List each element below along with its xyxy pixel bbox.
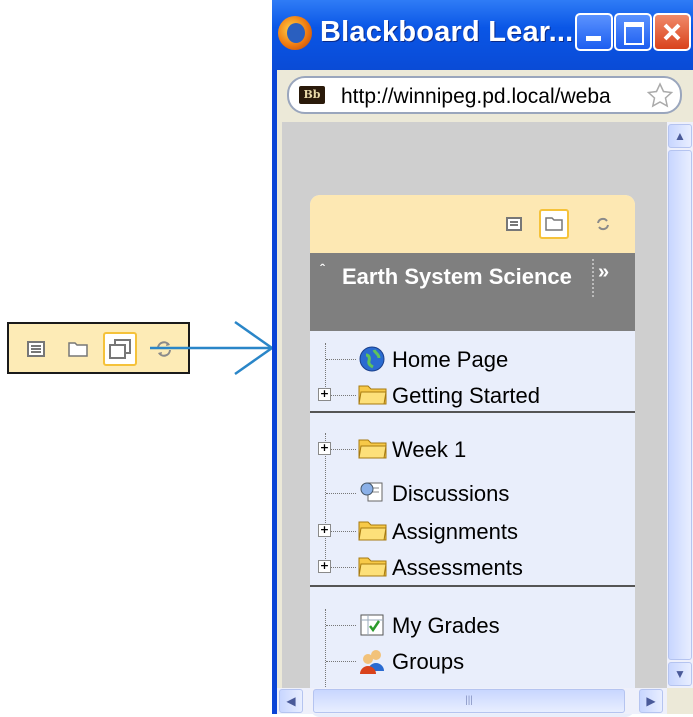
menu-item-discussions[interactable]: Discussions bbox=[310, 477, 635, 509]
menu-item-label: Week 1 bbox=[392, 437, 467, 462]
close-icon bbox=[663, 23, 681, 41]
menu-item-getting-started[interactable]: + Getting Started bbox=[310, 379, 635, 411]
collapse-icon[interactable]: ˆ bbox=[320, 261, 325, 277]
expand-toggle-icon[interactable]: + bbox=[318, 442, 331, 455]
refresh-icon[interactable] bbox=[588, 209, 618, 239]
menu-item-label: My Grades bbox=[392, 613, 500, 638]
url-text[interactable]: http://winnipeg.pd.local/weba bbox=[341, 85, 611, 109]
expand-toggle-icon[interactable]: + bbox=[318, 388, 331, 401]
menu-item-assignments[interactable]: + Assignments bbox=[310, 515, 635, 547]
scroll-up-button[interactable]: ▲ bbox=[668, 124, 692, 148]
menu-item-assessments[interactable]: + Assessments bbox=[310, 551, 635, 583]
vertical-scroll-thumb[interactable] bbox=[668, 150, 692, 660]
site-favicon: Bb bbox=[299, 86, 325, 104]
course-menu-toolbar bbox=[310, 195, 635, 253]
minimize-button[interactable] bbox=[575, 13, 613, 51]
menu-item-label: Home Page bbox=[392, 347, 509, 372]
header-separator bbox=[592, 259, 594, 297]
expand-toggle-icon[interactable]: + bbox=[318, 560, 331, 573]
tree-connector bbox=[326, 359, 356, 360]
window-client: Bb http://winnipeg.pd.local/weba ˆ Earth… bbox=[277, 70, 693, 717]
list-view-icon[interactable] bbox=[499, 209, 529, 239]
firefox-logo-icon bbox=[278, 16, 312, 50]
close-button[interactable] bbox=[653, 13, 691, 51]
page-content: ˆ Earth System Science » Home Page + Getti… bbox=[282, 122, 667, 717]
menu-divider bbox=[310, 411, 635, 413]
discussion-icon bbox=[358, 479, 388, 507]
folder-icon bbox=[358, 381, 388, 409]
folder-icon bbox=[358, 517, 388, 545]
address-bar[interactable]: Bb http://winnipeg.pd.local/weba bbox=[287, 76, 682, 114]
menu-item-groups[interactable]: Groups bbox=[310, 645, 635, 677]
tree-connector bbox=[326, 493, 356, 494]
vertical-scrollbar[interactable]: ▲ ▼ bbox=[667, 122, 693, 688]
course-title[interactable]: Earth System Science bbox=[342, 261, 572, 292]
menu-item-my-grades[interactable]: My Grades bbox=[310, 609, 635, 641]
menu-item-label: Getting Started bbox=[392, 383, 540, 408]
folder-view-icon[interactable] bbox=[539, 209, 569, 239]
callout-arrow bbox=[150, 320, 275, 376]
expand-panel-icon[interactable]: » bbox=[598, 261, 609, 284]
tree-connector bbox=[326, 661, 356, 662]
menu-item-week-1[interactable]: + Week 1 bbox=[310, 433, 635, 465]
course-menu-panel: ˆ Earth System Science » Home Page + Getti… bbox=[310, 195, 635, 717]
bookmark-star-icon[interactable] bbox=[646, 82, 674, 110]
menu-item-label: Assessments bbox=[392, 555, 523, 580]
scroll-left-button[interactable]: ◀ bbox=[279, 689, 303, 713]
window-title: Blackboard Lear... bbox=[320, 16, 574, 48]
expand-toggle-icon[interactable]: + bbox=[318, 524, 331, 537]
menu-item-label: Groups bbox=[392, 649, 465, 674]
scroll-down-button[interactable]: ▼ bbox=[668, 662, 692, 686]
folder-view-icon[interactable] bbox=[61, 332, 95, 366]
new-window-icon[interactable] bbox=[103, 332, 137, 366]
folder-icon bbox=[358, 435, 388, 463]
menu-divider bbox=[310, 585, 635, 587]
maximize-button[interactable] bbox=[614, 13, 652, 51]
title-bar[interactable]: Blackboard Lear... bbox=[272, 0, 693, 70]
menu-item-label: Discussions bbox=[392, 481, 510, 506]
tree-connector bbox=[326, 625, 356, 626]
folder-icon bbox=[358, 553, 388, 581]
menu-item-label: Assignments bbox=[392, 519, 518, 544]
list-view-icon[interactable] bbox=[19, 332, 53, 366]
grades-icon bbox=[358, 611, 388, 639]
course-header: ˆ Earth System Science » bbox=[310, 253, 635, 331]
menu-item-home-page[interactable]: Home Page bbox=[310, 343, 635, 375]
horizontal-scroll-thumb[interactable]: ||| bbox=[313, 689, 625, 713]
browser-window: Blackboard Lear... Bb http://winnipeg.pd… bbox=[272, 0, 693, 717]
scroll-right-button[interactable]: ▶ bbox=[639, 689, 663, 713]
groups-icon bbox=[358, 647, 388, 675]
horizontal-scrollbar[interactable]: ◀ ||| ▶ bbox=[277, 688, 667, 714]
globe-icon bbox=[358, 345, 388, 373]
